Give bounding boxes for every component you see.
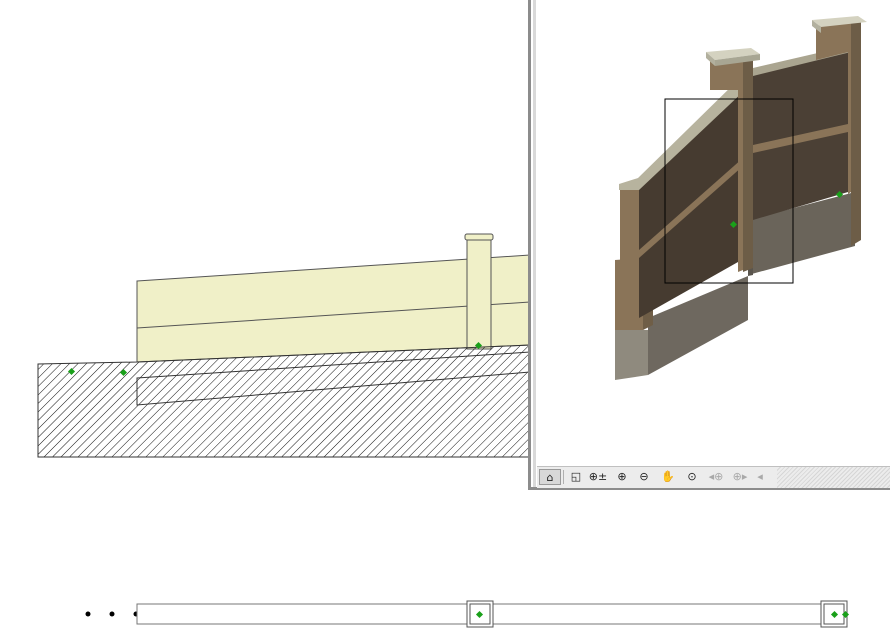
view-mode-icon: ⌂ bbox=[546, 471, 554, 484]
3d-view-toolbar: ⌂ ◱ ⊕± ⊕ ⊖ ✋ ⊙ ◂⊕ ⊕▸ ◂ bbox=[537, 466, 890, 488]
fence-panel-left[interactable] bbox=[639, 90, 738, 318]
fit-window-icon: ◱ bbox=[570, 470, 582, 483]
ground-section-hatch[interactable] bbox=[37, 344, 530, 458]
zoom-in-button[interactable]: ⊕ bbox=[611, 469, 633, 485]
3d-view-canvas[interactable] bbox=[537, 0, 890, 466]
plan-view-strip[interactable] bbox=[0, 590, 890, 632]
3d-window[interactable]: ⌂ ◱ ⊕± ⊕ ⊖ ✋ ⊙ ◂⊕ ⊕▸ ◂ bbox=[528, 0, 890, 490]
zoom-out-button[interactable]: ⊖ bbox=[633, 469, 655, 485]
zoom-out-icon: ⊖ bbox=[639, 470, 649, 483]
fence-plan-segment-left[interactable] bbox=[136, 603, 469, 625]
scroll-left-icon: ◂ bbox=[757, 470, 763, 483]
hand-icon: ✋ bbox=[661, 470, 675, 483]
pan-button[interactable]: ✋ bbox=[657, 469, 679, 485]
pier-middle-side[interactable] bbox=[743, 56, 753, 272]
scroll-left-button[interactable]: ◂ bbox=[753, 469, 767, 485]
zoom-fit-button[interactable]: ⊙ bbox=[681, 469, 703, 485]
magnifier-icon: ⊙ bbox=[687, 470, 697, 483]
fit-window-button[interactable]: ◱ bbox=[565, 469, 587, 485]
fence-base-left[interactable] bbox=[615, 330, 648, 380]
plan-dot bbox=[109, 611, 115, 617]
zoom-realtime-button[interactable]: ⊕± bbox=[587, 469, 609, 485]
fence-plan-segment-right[interactable] bbox=[491, 603, 823, 625]
pier-right-side[interactable] bbox=[851, 20, 861, 246]
pier-cap-elevation[interactable] bbox=[464, 233, 494, 241]
pier-elevation[interactable] bbox=[466, 238, 492, 350]
toolbar-separator bbox=[563, 470, 564, 484]
horizontal-scrollbar-track[interactable] bbox=[777, 467, 890, 488]
previous-zoom-button[interactable]: ◂⊕ bbox=[705, 469, 727, 485]
zoom-in-icon: ⊕ bbox=[617, 470, 627, 483]
plan-dot bbox=[85, 611, 91, 617]
section-elevation-view[interactable] bbox=[0, 0, 530, 500]
pier-left-upper[interactable] bbox=[620, 184, 639, 262]
previous-zoom-icon: ◂⊕ bbox=[708, 470, 724, 483]
view-mode-button[interactable]: ⌂ bbox=[539, 469, 561, 485]
next-zoom-button[interactable]: ⊕▸ bbox=[729, 469, 751, 485]
next-zoom-icon: ⊕▸ bbox=[732, 470, 748, 483]
pier-left-lower[interactable] bbox=[615, 258, 643, 330]
zoom-realtime-icon: ⊕± bbox=[588, 470, 608, 483]
